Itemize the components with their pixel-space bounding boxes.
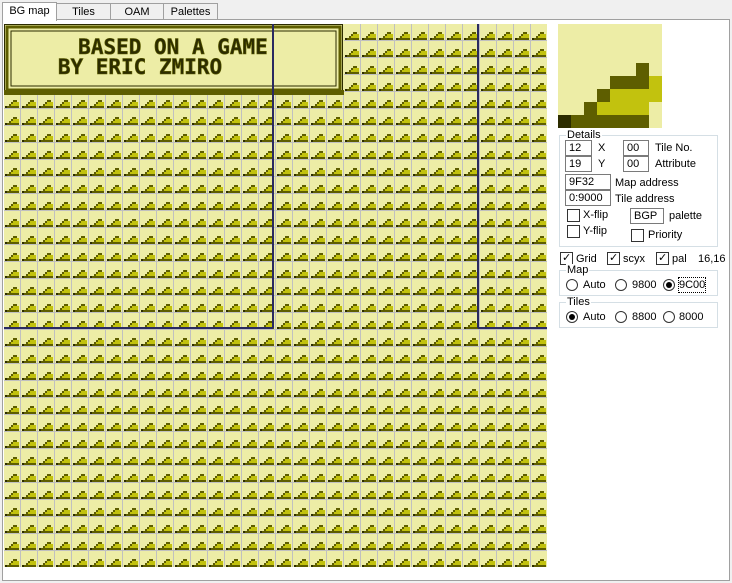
- map-9800-radio[interactable]: [615, 279, 627, 291]
- pal-label: pal: [672, 253, 687, 265]
- tab-tiles-label: Tiles: [72, 6, 95, 18]
- map-auto-label: Auto: [583, 279, 606, 291]
- title-line-2: BY ERIC ZMIRO: [58, 55, 222, 79]
- palette-label: palette: [669, 210, 703, 222]
- tile-no-label: Tile No.: [655, 142, 693, 154]
- scyx-checkbox[interactable]: [607, 251, 620, 265]
- y-field[interactable]: 19: [565, 156, 592, 172]
- priority-checkbox[interactable]: [631, 229, 644, 242]
- tiles-auto-radio[interactable]: [566, 311, 578, 323]
- y-label: Y: [598, 158, 606, 170]
- palette-field[interactable]: BGP: [630, 208, 664, 224]
- tiles-group-label: Tiles: [566, 296, 591, 308]
- tab-palettes-label: Palettes: [170, 6, 211, 18]
- bg-map-canvas[interactable]: BASED ON A GAME BY ERIC ZMIRO: [4, 24, 547, 567]
- tiles-8000-label: 8000: [679, 311, 704, 323]
- tiles-8800-label: 8800: [632, 311, 657, 323]
- tile-preview: [558, 24, 662, 128]
- tiles-auto-label: Auto: [583, 311, 606, 323]
- tile-grid: [4, 24, 547, 567]
- tab-palettes[interactable]: Palettes: [163, 3, 218, 19]
- map-address-field[interactable]: 9F32: [565, 174, 611, 190]
- xflip-checkbox[interactable]: [567, 209, 580, 222]
- yflip-checkbox[interactable]: [567, 225, 580, 238]
- title-banner: BASED ON A GAME BY ERIC ZMIRO: [4, 24, 344, 95]
- tiles-8800-radio[interactable]: [615, 311, 627, 323]
- map-group-label: Map: [566, 264, 590, 276]
- attribute-field[interactable]: 00: [623, 156, 649, 172]
- tab-tiles[interactable]: Tiles: [56, 3, 111, 19]
- attribute-label: Attribute: [655, 158, 696, 170]
- tab-bg-map-label: BG map: [9, 5, 50, 17]
- priority-label: Priority: [648, 229, 683, 241]
- yflip-label: Y-flip: [583, 225, 608, 237]
- tile-no-field[interactable]: 00: [623, 140, 649, 156]
- x-label: X: [598, 142, 606, 154]
- map-9c00-radio[interactable]: [663, 279, 675, 291]
- tile-address-label: Tile address: [615, 193, 675, 205]
- map-9c00-label: 9C00: [677, 277, 707, 293]
- pal-checkbox[interactable]: [656, 251, 669, 265]
- x-field[interactable]: 12: [565, 140, 592, 156]
- xflip-label: X-flip: [583, 209, 609, 221]
- tab-oam-label: OAM: [124, 6, 150, 18]
- tab-bg-map[interactable]: BG map: [2, 2, 57, 21]
- tab-oam[interactable]: OAM: [110, 3, 164, 19]
- map-auto-radio[interactable]: [566, 279, 578, 291]
- tile-address-field[interactable]: 0:9000: [565, 190, 611, 206]
- map-9800-label: 9800: [632, 279, 657, 291]
- tiles-8000-radio[interactable]: [663, 311, 675, 323]
- cursor-coords: 16,16: [698, 253, 726, 265]
- map-address-label: Map address: [615, 177, 679, 189]
- scyx-label: scyx: [623, 253, 645, 265]
